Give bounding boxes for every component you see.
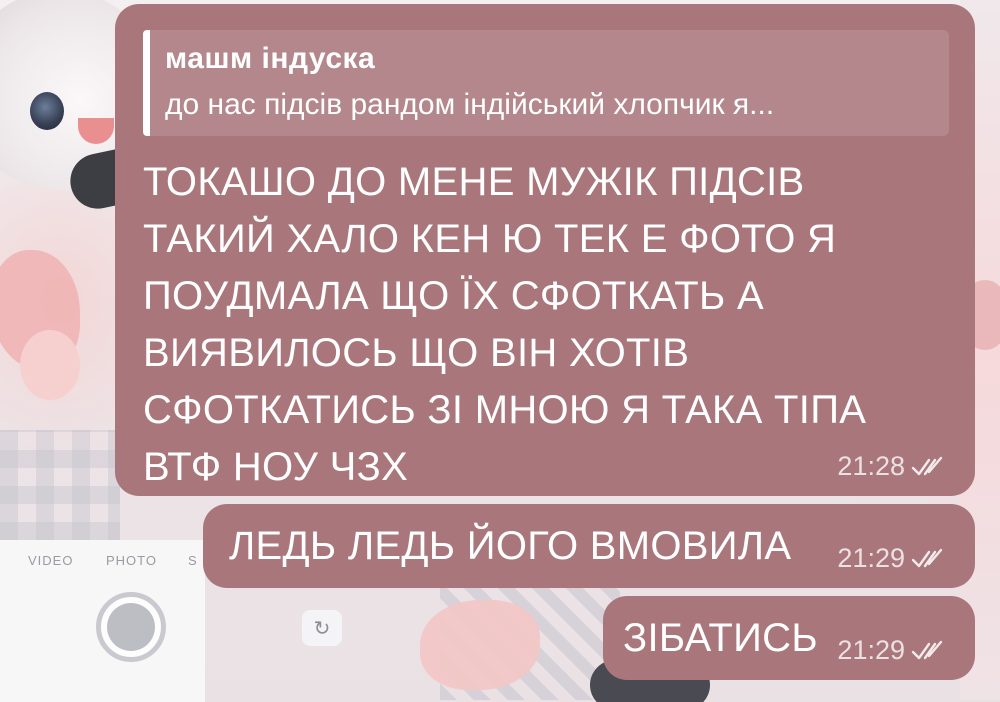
wallpaper-checker-pattern	[0, 430, 120, 540]
message-bubble[interactable]: машм індуска до нас підсів рандом індійс…	[115, 4, 975, 496]
reply-author: машм індуска	[165, 42, 376, 75]
camera-mode-partial: S	[188, 553, 198, 568]
message-meta: 21:29	[837, 543, 945, 574]
wallpaper-camera-flip-icon: ↻	[302, 610, 342, 646]
message-bubble[interactable]: ЛЕДЬ ЛЕДЬ ЙОГО ВМОВИЛА 21:29	[203, 504, 975, 588]
message-text: ЗІБАТИСЬ	[623, 616, 818, 660]
reply-preview[interactable]: машм індуска до нас підсів рандом індійс…	[143, 30, 949, 136]
wallpaper-shutter-button	[96, 592, 166, 662]
double-check-icon	[911, 456, 943, 475]
wallpaper-camera-modes: VIDEO PHOTO S	[0, 553, 205, 573]
message-time: 21:28	[837, 451, 905, 481]
double-check-icon	[911, 548, 943, 567]
reply-accent-bar	[143, 30, 150, 136]
message-time: 21:29	[837, 543, 905, 573]
camera-mode-photo: PHOTO	[106, 553, 157, 568]
message-text: ТОКАШО ДО МЕНЕ МУЖІК ПІДСІВ ТАКИЙ ХАЛО К…	[143, 160, 867, 489]
camera-mode-video: VIDEO	[28, 553, 74, 568]
wallpaper-pink-bow-small	[20, 330, 80, 400]
wallpaper-character-eye	[30, 92, 64, 130]
reply-snippet: до нас підсів рандом індійський хлопчик …	[165, 88, 775, 121]
message-time: 21:29	[837, 635, 905, 665]
wallpaper-bottom-bow	[420, 600, 540, 690]
message-bubble[interactable]: ЗІБАТИСЬ 21:29	[603, 596, 975, 680]
message-meta: 21:28	[837, 451, 945, 482]
message-meta: 21:29	[837, 635, 945, 666]
double-check-icon	[911, 640, 943, 659]
message-text: ЛЕДЬ ЛЕДЬ ЙОГО ВМОВИЛА	[229, 524, 792, 568]
